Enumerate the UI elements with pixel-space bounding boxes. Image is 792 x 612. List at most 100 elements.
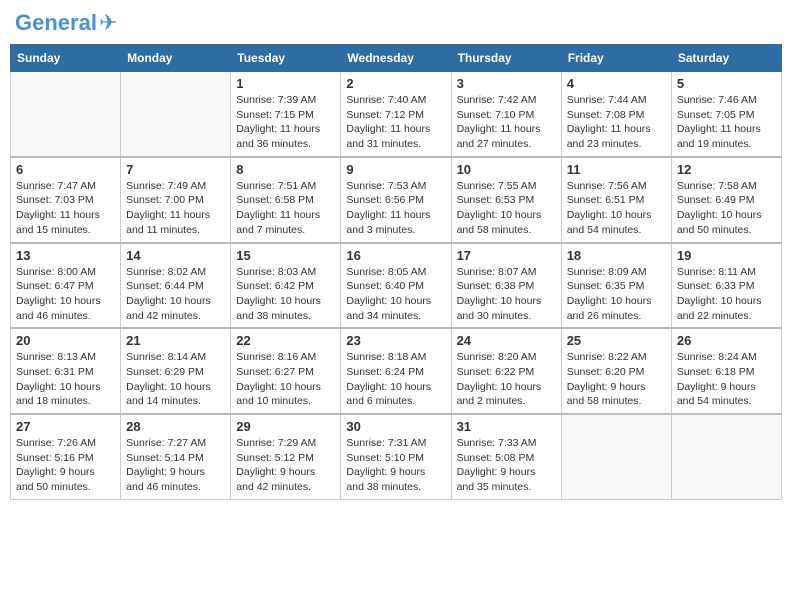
- day-info: Sunrise: 8:02 AM Sunset: 6:44 PM Dayligh…: [126, 265, 225, 324]
- day-info: Sunrise: 7:55 AM Sunset: 6:53 PM Dayligh…: [457, 179, 556, 238]
- day-info: Sunrise: 8:05 AM Sunset: 6:40 PM Dayligh…: [346, 265, 445, 324]
- day-number: 9: [346, 162, 445, 177]
- day-info: Sunrise: 8:14 AM Sunset: 6:29 PM Dayligh…: [126, 350, 225, 409]
- weekday-header-monday: Monday: [121, 45, 231, 72]
- day-number: 29: [236, 419, 335, 434]
- day-info: Sunrise: 8:07 AM Sunset: 6:38 PM Dayligh…: [457, 265, 556, 324]
- day-info: Sunrise: 8:09 AM Sunset: 6:35 PM Dayligh…: [567, 265, 666, 324]
- day-info: Sunrise: 8:24 AM Sunset: 6:18 PM Dayligh…: [677, 350, 776, 409]
- calendar-cell: 4 Sunrise: 7:44 AM Sunset: 7:08 PM Daylig…: [561, 72, 671, 157]
- day-number: 21: [126, 333, 225, 348]
- day-number: 12: [677, 162, 776, 177]
- calendar-cell: 9 Sunrise: 7:53 AM Sunset: 6:56 PM Daylig…: [341, 157, 451, 243]
- day-number: 5: [677, 76, 776, 91]
- day-number: 22: [236, 333, 335, 348]
- day-number: 8: [236, 162, 335, 177]
- calendar-cell: 6 Sunrise: 7:47 AM Sunset: 7:03 PM Daylig…: [11, 157, 121, 243]
- day-number: 19: [677, 248, 776, 263]
- day-info: Sunrise: 7:42 AM Sunset: 7:10 PM Dayligh…: [457, 93, 556, 152]
- day-info: Sunrise: 8:18 AM Sunset: 6:24 PM Dayligh…: [346, 350, 445, 409]
- day-info: Sunrise: 7:47 AM Sunset: 7:03 PM Dayligh…: [16, 179, 115, 238]
- day-info: Sunrise: 7:58 AM Sunset: 6:49 PM Dayligh…: [677, 179, 776, 238]
- day-number: 20: [16, 333, 115, 348]
- day-number: 2: [346, 76, 445, 91]
- weekday-header-wednesday: Wednesday: [341, 45, 451, 72]
- calendar-cell: 28 Sunrise: 7:27 AM Sunset: 5:14 PM Dayli…: [121, 414, 231, 499]
- calendar-cell: 2Sunrise: 7:40 AM Sunset: 7:12 PM Daylig…: [341, 72, 451, 157]
- day-number: 23: [346, 333, 445, 348]
- logo: General ✈: [15, 10, 117, 36]
- day-info: Sunrise: 7:39 AM Sunset: 7:15 PM Dayligh…: [236, 93, 335, 152]
- calendar-cell: 31 Sunrise: 7:33 AM Sunset: 5:08 PM Dayli…: [451, 414, 561, 499]
- calendar-header-row: SundayMondayTuesdayWednesdayThursdayFrid…: [11, 45, 782, 72]
- calendar-cell: 20 Sunrise: 8:13 AM Sunset: 6:31 PM Dayli…: [11, 328, 121, 414]
- calendar-cell: [671, 414, 781, 499]
- day-number: 3: [457, 76, 556, 91]
- day-info: Sunrise: 7:26 AM Sunset: 5:16 PM Dayligh…: [16, 436, 115, 495]
- day-number: 31: [457, 419, 556, 434]
- weekday-header-sunday: Sunday: [11, 45, 121, 72]
- calendar-cell: 3 Sunrise: 7:42 AM Sunset: 7:10 PM Daylig…: [451, 72, 561, 157]
- calendar-week-row: 20 Sunrise: 8:13 AM Sunset: 6:31 PM Dayli…: [11, 328, 782, 414]
- day-number: 16: [346, 248, 445, 263]
- day-info: Sunrise: 7:46 AM Sunset: 7:05 PM Dayligh…: [677, 93, 776, 152]
- day-number: 10: [457, 162, 556, 177]
- calendar-cell: 30Sunrise: 7:31 AM Sunset: 5:10 PM Dayli…: [341, 414, 451, 499]
- day-info: Sunrise: 7:27 AM Sunset: 5:14 PM Dayligh…: [126, 436, 225, 495]
- day-info: Sunrise: 8:00 AM Sunset: 6:47 PM Dayligh…: [16, 265, 115, 324]
- day-number: 28: [126, 419, 225, 434]
- day-number: 25: [567, 333, 666, 348]
- day-number: 18: [567, 248, 666, 263]
- page-header: General ✈: [10, 10, 782, 36]
- calendar-cell: [11, 72, 121, 157]
- day-number: 26: [677, 333, 776, 348]
- day-number: 7: [126, 162, 225, 177]
- day-info: Sunrise: 7:33 AM Sunset: 5:08 PM Dayligh…: [457, 436, 556, 495]
- calendar-cell: [561, 414, 671, 499]
- calendar-cell: 24 Sunrise: 8:20 AM Sunset: 6:22 PM Dayli…: [451, 328, 561, 414]
- calendar-cell: 18 Sunrise: 8:09 AM Sunset: 6:35 PM Dayli…: [561, 243, 671, 329]
- logo-bird-icon: ✈: [99, 10, 117, 36]
- day-info: Sunrise: 8:11 AM Sunset: 6:33 PM Dayligh…: [677, 265, 776, 324]
- calendar-week-row: 1Sunrise: 7:39 AM Sunset: 7:15 PM Daylig…: [11, 72, 782, 157]
- calendar-cell: 15Sunrise: 8:03 AM Sunset: 6:42 PM Dayli…: [231, 243, 341, 329]
- day-number: 17: [457, 248, 556, 263]
- day-number: 24: [457, 333, 556, 348]
- weekday-header-saturday: Saturday: [671, 45, 781, 72]
- day-number: 11: [567, 162, 666, 177]
- day-number: 15: [236, 248, 335, 263]
- day-info: Sunrise: 7:53 AM Sunset: 6:56 PM Dayligh…: [346, 179, 445, 238]
- calendar-cell: 7Sunrise: 7:49 AM Sunset: 7:00 PM Daylig…: [121, 157, 231, 243]
- calendar-cell: 11Sunrise: 7:56 AM Sunset: 6:51 PM Dayli…: [561, 157, 671, 243]
- day-info: Sunrise: 8:20 AM Sunset: 6:22 PM Dayligh…: [457, 350, 556, 409]
- weekday-header-thursday: Thursday: [451, 45, 561, 72]
- day-info: Sunrise: 8:22 AM Sunset: 6:20 PM Dayligh…: [567, 350, 666, 409]
- calendar-cell: 29Sunrise: 7:29 AM Sunset: 5:12 PM Dayli…: [231, 414, 341, 499]
- day-info: Sunrise: 8:13 AM Sunset: 6:31 PM Dayligh…: [16, 350, 115, 409]
- calendar-table: SundayMondayTuesdayWednesdayThursdayFrid…: [10, 44, 782, 500]
- day-info: Sunrise: 7:44 AM Sunset: 7:08 PM Dayligh…: [567, 93, 666, 152]
- logo-text: General: [15, 12, 97, 34]
- calendar-cell: 14Sunrise: 8:02 AM Sunset: 6:44 PM Dayli…: [121, 243, 231, 329]
- calendar-cell: 8 Sunrise: 7:51 AM Sunset: 6:58 PM Daylig…: [231, 157, 341, 243]
- calendar-cell: 17 Sunrise: 8:07 AM Sunset: 6:38 PM Dayli…: [451, 243, 561, 329]
- weekday-header-friday: Friday: [561, 45, 671, 72]
- day-info: Sunrise: 8:16 AM Sunset: 6:27 PM Dayligh…: [236, 350, 335, 409]
- weekday-header-tuesday: Tuesday: [231, 45, 341, 72]
- calendar-cell: [121, 72, 231, 157]
- calendar-cell: 25 Sunrise: 8:22 AM Sunset: 6:20 PM Dayli…: [561, 328, 671, 414]
- day-info: Sunrise: 7:51 AM Sunset: 6:58 PM Dayligh…: [236, 179, 335, 238]
- day-number: 4: [567, 76, 666, 91]
- day-number: 6: [16, 162, 115, 177]
- calendar-cell: 26 Sunrise: 8:24 AM Sunset: 6:18 PM Dayli…: [671, 328, 781, 414]
- calendar-cell: 13Sunrise: 8:00 AM Sunset: 6:47 PM Dayli…: [11, 243, 121, 329]
- calendar-cell: 21 Sunrise: 8:14 AM Sunset: 6:29 PM Dayli…: [121, 328, 231, 414]
- calendar-cell: 5 Sunrise: 7:46 AM Sunset: 7:05 PM Daylig…: [671, 72, 781, 157]
- day-number: 30: [346, 419, 445, 434]
- calendar-cell: 12 Sunrise: 7:58 AM Sunset: 6:49 PM Dayli…: [671, 157, 781, 243]
- calendar-cell: 10 Sunrise: 7:55 AM Sunset: 6:53 PM Dayli…: [451, 157, 561, 243]
- calendar-cell: 19 Sunrise: 8:11 AM Sunset: 6:33 PM Dayli…: [671, 243, 781, 329]
- calendar-cell: 27Sunrise: 7:26 AM Sunset: 5:16 PM Dayli…: [11, 414, 121, 499]
- calendar-cell: 1Sunrise: 7:39 AM Sunset: 7:15 PM Daylig…: [231, 72, 341, 157]
- calendar-week-row: 6 Sunrise: 7:47 AM Sunset: 7:03 PM Daylig…: [11, 157, 782, 243]
